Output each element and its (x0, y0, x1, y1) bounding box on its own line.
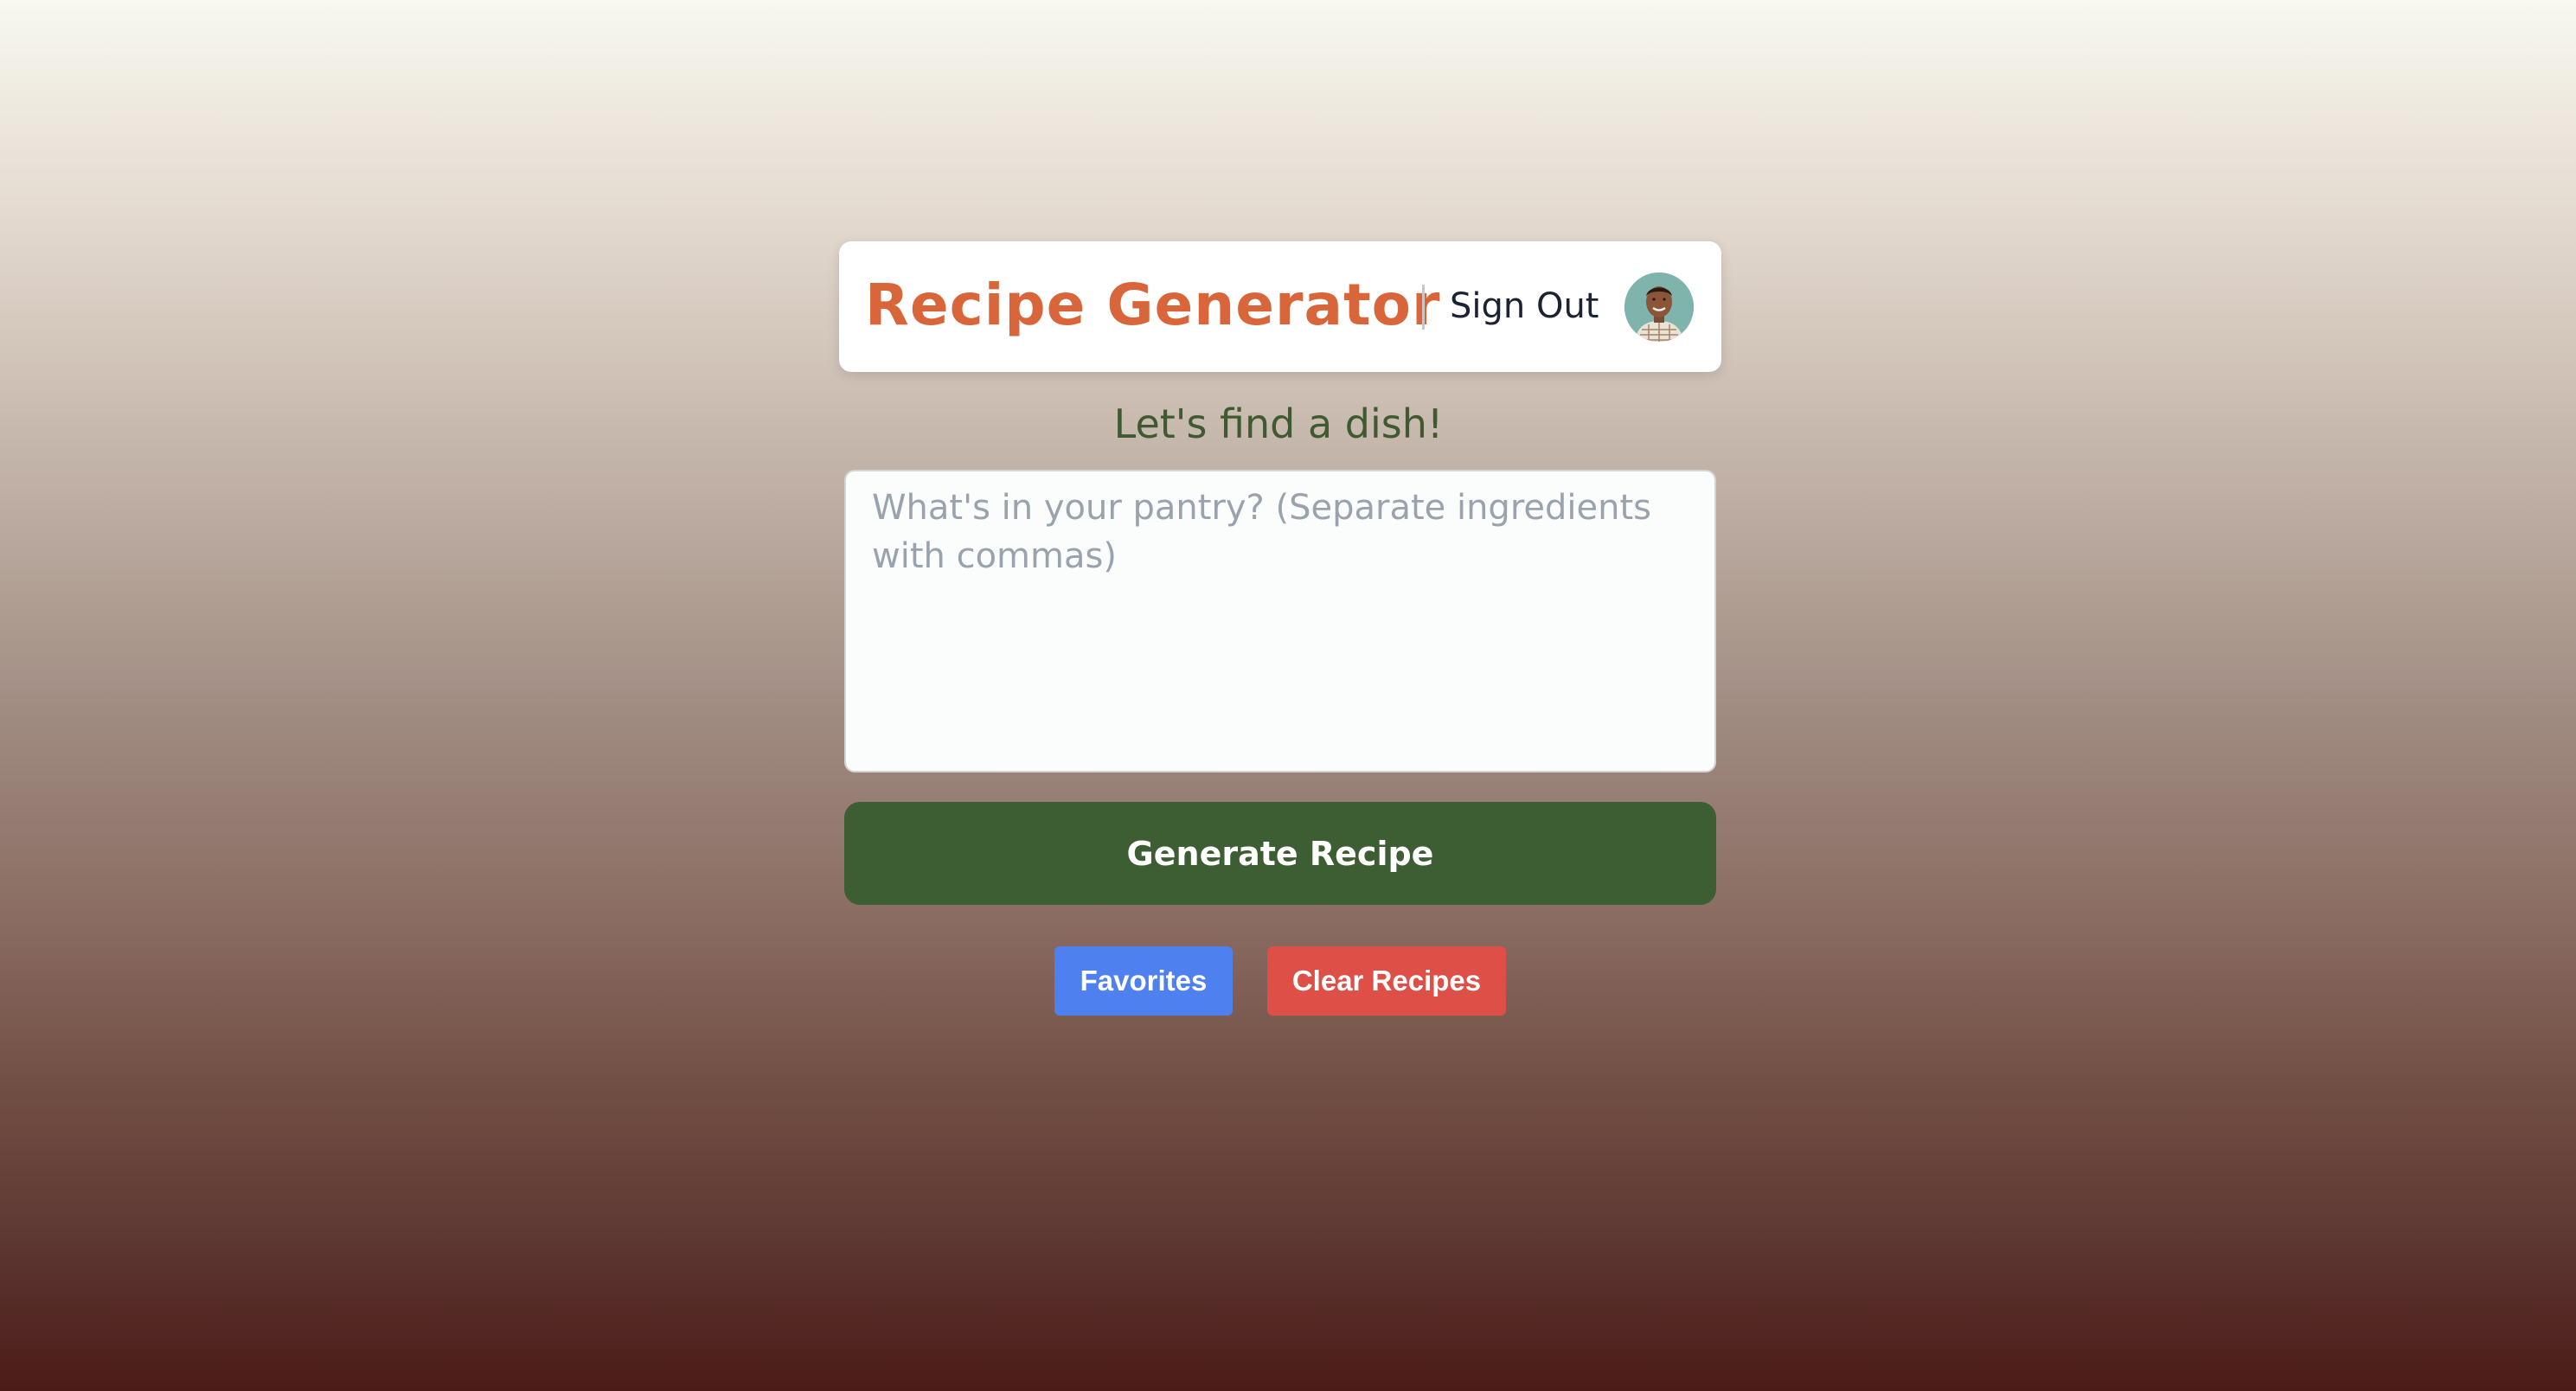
page-heading: Let's find a dish! (1113, 401, 1444, 447)
header-card: Recipe Generator Sign Out (839, 241, 1721, 372)
ingredients-input[interactable] (844, 470, 1716, 772)
sign-out-link[interactable]: Sign Out (1450, 278, 1599, 335)
user-avatar-icon (1624, 272, 1694, 342)
favorites-button[interactable]: Favorites (1054, 946, 1233, 1016)
user-avatar[interactable] (1624, 272, 1694, 342)
clear-recipes-button[interactable]: Clear Recipes (1267, 946, 1506, 1016)
generate-recipe-button[interactable]: Generate Recipe (844, 802, 1716, 905)
header-divider (1422, 285, 1425, 330)
app-title: Recipe Generator (865, 272, 1441, 338)
